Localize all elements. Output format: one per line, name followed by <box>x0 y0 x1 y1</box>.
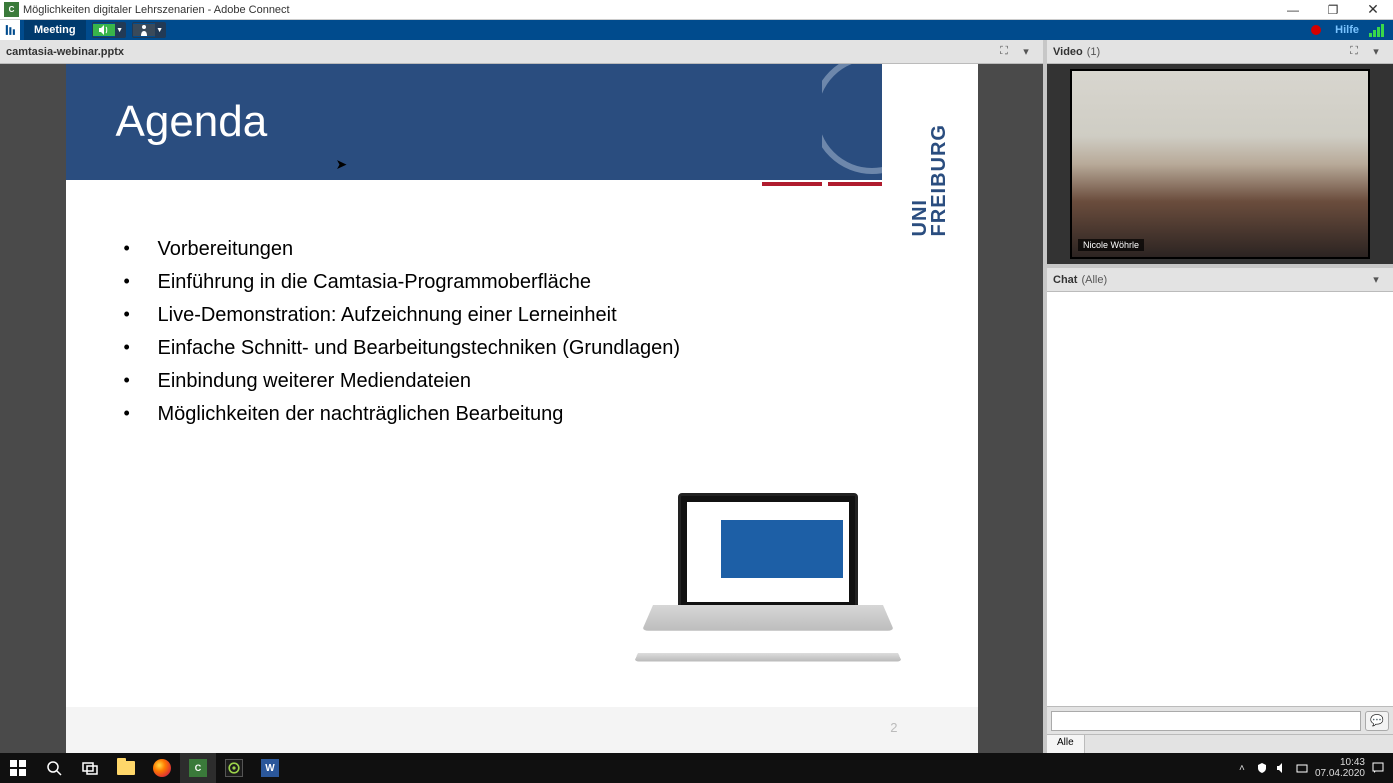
video-options-button[interactable]: ▾ <box>1365 43 1387 61</box>
firefox-icon <box>153 759 171 777</box>
folder-icon <box>117 761 135 775</box>
share-pod: camtasia-webinar.pptx ⛶ ▾ Agenda ➤ UNI F… <box>0 40 1047 753</box>
speaker-toggle[interactable]: ▼ <box>92 22 126 38</box>
raise-hand-icon <box>133 24 155 36</box>
share-pod-header: camtasia-webinar.pptx ⛶ ▾ <box>0 40 1043 64</box>
tray-network-icon[interactable] <box>1295 761 1309 775</box>
taskbar-time: 10:43 <box>1315 757 1365 768</box>
start-button[interactable] <box>0 753 36 783</box>
video-pod-header: Video (1) ⛶ ▾ <box>1047 40 1393 64</box>
tray-security-icon[interactable] <box>1255 761 1269 775</box>
action-center-icon[interactable] <box>1371 761 1385 775</box>
agenda-list: Vorbereitungen Einführung in die Camtasi… <box>124 238 938 426</box>
recording-indicator-icon <box>1311 25 1321 35</box>
video-pod-title: Video <box>1053 46 1083 58</box>
speaker-icon <box>93 24 115 36</box>
taskbar-app-adobe-connect[interactable]: C <box>180 753 216 783</box>
chat-options-button[interactable]: ▾ <box>1365 271 1387 289</box>
connection-strength-icon[interactable] <box>1369 23 1385 37</box>
video-body: Nicole Wöhrle <box>1047 64 1393 264</box>
video-feed[interactable]: Nicole Wöhrle <box>1070 69 1370 259</box>
window-titlebar: C Möglichkeiten digitaler Lehrszenarien … <box>0 0 1393 20</box>
search-button[interactable] <box>36 753 72 783</box>
taskbar-app-firefox[interactable] <box>144 753 180 783</box>
chat-pod-title: Chat <box>1053 274 1077 286</box>
window-title: Möglichkeiten digitaler Lehrszenarien - … <box>23 4 290 16</box>
adobe-connect-toolbar: Meeting ▼ ▼ Hilfe <box>0 20 1393 40</box>
chat-pod: Chat (Alle) ▾ 💬 Alle <box>1047 268 1393 753</box>
agenda-item: Live-Demonstration: Aufzeichnung einer L… <box>124 304 938 327</box>
laptop-illustration-icon <box>638 493 898 683</box>
share-filename: camtasia-webinar.pptx <box>6 46 124 58</box>
set-status-button[interactable]: ▼ <box>132 22 166 38</box>
agenda-item: Vorbereitungen <box>124 238 938 261</box>
slide-footer <box>66 707 978 753</box>
chat-tab-all[interactable]: Alle <box>1047 735 1085 753</box>
video-fullscreen-button[interactable]: ⛶ <box>1343 43 1365 61</box>
taskbar-app-camtasia[interactable] <box>216 753 252 783</box>
video-pod: Video (1) ⛶ ▾ Nicole Wöhrle <box>1047 40 1393 268</box>
chat-tabs: Alle <box>1047 734 1393 753</box>
tray-overflow-icon[interactable]: ˄ <box>1235 761 1249 775</box>
adobe-connect-icon: C <box>189 759 207 777</box>
taskbar-app-word[interactable]: W <box>252 753 288 783</box>
tray-volume-icon[interactable] <box>1275 761 1289 775</box>
system-tray: ˄ 10:43 07.04.2020 <box>1227 757 1393 779</box>
cursor-icon: ➤ <box>336 156 348 173</box>
help-link[interactable]: Hilfe <box>1335 24 1359 36</box>
share-options-button[interactable]: ▾ <box>1015 43 1037 61</box>
camtasia-icon <box>225 759 243 777</box>
agenda-item: Einbindung weiterer Mediendateien <box>124 370 938 393</box>
taskbar-app-explorer[interactable] <box>108 753 144 783</box>
slide-page-number: 2 <box>890 720 897 735</box>
chat-send-button[interactable]: 💬 <box>1365 711 1389 731</box>
chat-messages-area[interactable] <box>1047 292 1393 706</box>
video-count: (1) <box>1087 46 1100 58</box>
taskbar-date: 07.04.2020 <box>1315 768 1365 779</box>
window-minimize-button[interactable]: — <box>1273 0 1313 20</box>
task-view-button[interactable] <box>72 753 108 783</box>
slide-title-bar: Agenda ➤ <box>66 64 978 180</box>
status-dropdown-icon[interactable]: ▼ <box>155 23 165 37</box>
chat-scope: (Alle) <box>1081 274 1107 286</box>
agenda-item: Einfache Schnitt- und Bearbeitungstechni… <box>124 337 938 360</box>
window-close-button[interactable]: ✕ <box>1353 0 1393 20</box>
chat-pod-header: Chat (Alle) ▾ <box>1047 268 1393 292</box>
share-fullscreen-button[interactable]: ⛶ <box>993 43 1015 61</box>
presentation-slide: Agenda ➤ UNI FREIBURG Vorbereitungen Ein… <box>66 64 978 753</box>
chat-input[interactable] <box>1051 711 1361 731</box>
agenda-item: Möglichkeiten der nachträglichen Bearbei… <box>124 403 938 426</box>
agenda-item: Einführung in die Camtasia-Programmoberf… <box>124 271 938 294</box>
word-icon: W <box>261 759 279 777</box>
chat-input-row: 💬 <box>1047 706 1393 734</box>
meeting-menu[interactable]: Meeting <box>24 20 86 40</box>
slide-title: Agenda <box>116 97 268 147</box>
speaker-dropdown-icon[interactable]: ▼ <box>115 23 125 37</box>
window-maximize-button[interactable]: ❐ <box>1313 0 1353 20</box>
slide-body: Vorbereitungen Einführung in die Camtasi… <box>66 180 978 426</box>
meeting-menu-label: Meeting <box>34 24 76 36</box>
app-icon: C <box>4 2 19 17</box>
video-presenter-label: Nicole Wöhrle <box>1078 239 1144 251</box>
share-body: Agenda ➤ UNI FREIBURG Vorbereitungen Ein… <box>0 64 1043 753</box>
adobe-connect-logo-icon <box>0 20 20 40</box>
windows-taskbar: C W ˄ 10:43 07.04.2020 <box>0 753 1393 783</box>
taskbar-clock[interactable]: 10:43 07.04.2020 <box>1315 757 1365 779</box>
